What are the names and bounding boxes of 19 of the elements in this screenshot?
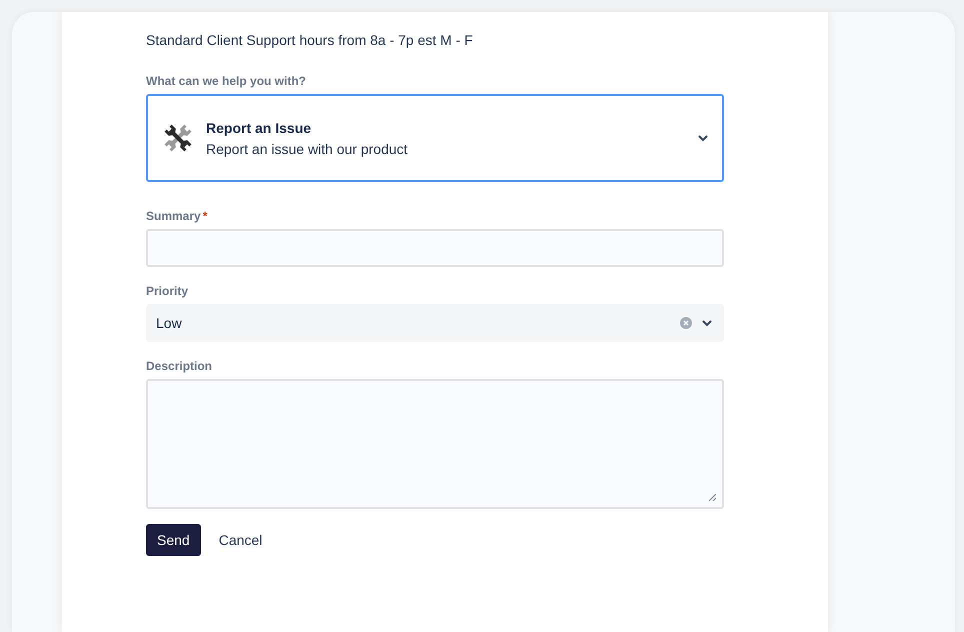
description-field[interactable] bbox=[146, 379, 724, 509]
field-label: Description bbox=[146, 359, 212, 373]
send-button[interactable]: Send bbox=[146, 524, 201, 556]
support-hours-text: Standard Client Support hours from 8a - 7p est M - F bbox=[146, 31, 474, 50]
chevron-down-icon bbox=[702, 320, 712, 326]
resize-handle-icon[interactable] bbox=[709, 494, 716, 501]
clear-icon[interactable] bbox=[680, 317, 692, 329]
request-type-title: Report an Issue bbox=[206, 120, 312, 136]
field-label: Summary bbox=[146, 209, 201, 223]
cancel-button[interactable]: Cancel bbox=[206, 524, 274, 556]
request-type-select[interactable]: Report an Issue Report an issue with our product bbox=[146, 94, 724, 182]
priority-select[interactable]: Low bbox=[146, 304, 724, 342]
summary-field[interactable] bbox=[146, 229, 724, 267]
chevron-down-icon bbox=[698, 134, 708, 142]
request-type-description: Report an issue with our product bbox=[206, 140, 409, 156]
required-mark: * bbox=[202, 209, 208, 223]
tools-icon bbox=[162, 122, 194, 154]
field-label: What can we help you with? bbox=[146, 74, 306, 88]
field-label: Priority bbox=[146, 284, 188, 298]
